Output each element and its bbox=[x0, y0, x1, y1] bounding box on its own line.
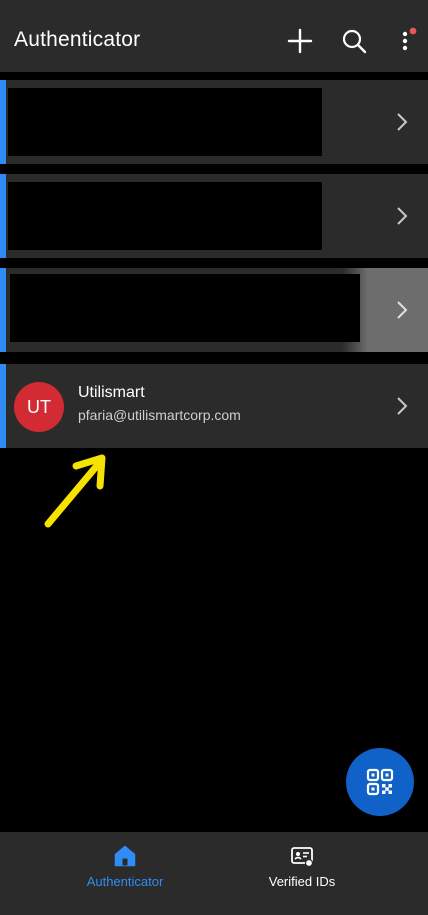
search-button[interactable] bbox=[339, 26, 369, 56]
account-accent-bar bbox=[0, 364, 6, 448]
add-account-button[interactable] bbox=[285, 26, 315, 56]
avatar: UT bbox=[14, 382, 64, 432]
notification-dot bbox=[409, 27, 417, 35]
account-row[interactable] bbox=[0, 174, 428, 258]
annotation-arrow bbox=[44, 454, 106, 528]
account-accent-bar bbox=[0, 174, 6, 258]
nav-verified-ids[interactable]: Verified IDs bbox=[237, 844, 367, 889]
bottom-navigation: Authenticator Verified IDs bbox=[0, 832, 428, 915]
redacted-block bbox=[10, 274, 360, 342]
redacted-block bbox=[8, 88, 322, 156]
qr-code-icon bbox=[366, 768, 394, 796]
top-app-bar: Authenticator bbox=[0, 0, 428, 72]
home-icon bbox=[114, 845, 136, 867]
nav-verified-ids-label: Verified IDs bbox=[268, 874, 336, 889]
plus-icon bbox=[287, 28, 313, 54]
account-row[interactable] bbox=[0, 268, 428, 352]
account-accent-bar bbox=[0, 268, 6, 352]
scan-qr-fab[interactable] bbox=[346, 748, 414, 816]
nav-authenticator[interactable]: Authenticator bbox=[60, 844, 190, 889]
account-row[interactable] bbox=[0, 80, 428, 164]
app-title: Authenticator bbox=[14, 28, 141, 51]
account-row-utilismart[interactable]: UT Utilismart pfaria@utilismartcorp.com bbox=[0, 364, 428, 448]
redacted-block bbox=[8, 182, 322, 250]
avatar-initials: UT bbox=[27, 396, 51, 417]
chevron-right-icon bbox=[394, 394, 410, 418]
chevron-right-icon bbox=[394, 204, 410, 228]
chevron-right-icon bbox=[394, 298, 410, 322]
nav-authenticator-label: Authenticator bbox=[86, 874, 164, 889]
account-name: Utilismart bbox=[78, 384, 145, 401]
search-icon bbox=[342, 29, 367, 54]
more-vertical-icon bbox=[402, 27, 417, 51]
id-card-icon bbox=[291, 847, 314, 868]
account-email: pfaria@utilismartcorp.com bbox=[78, 407, 241, 423]
chevron-right-icon bbox=[394, 110, 410, 134]
account-accent-bar bbox=[0, 80, 6, 164]
more-options-button[interactable] bbox=[392, 26, 420, 56]
